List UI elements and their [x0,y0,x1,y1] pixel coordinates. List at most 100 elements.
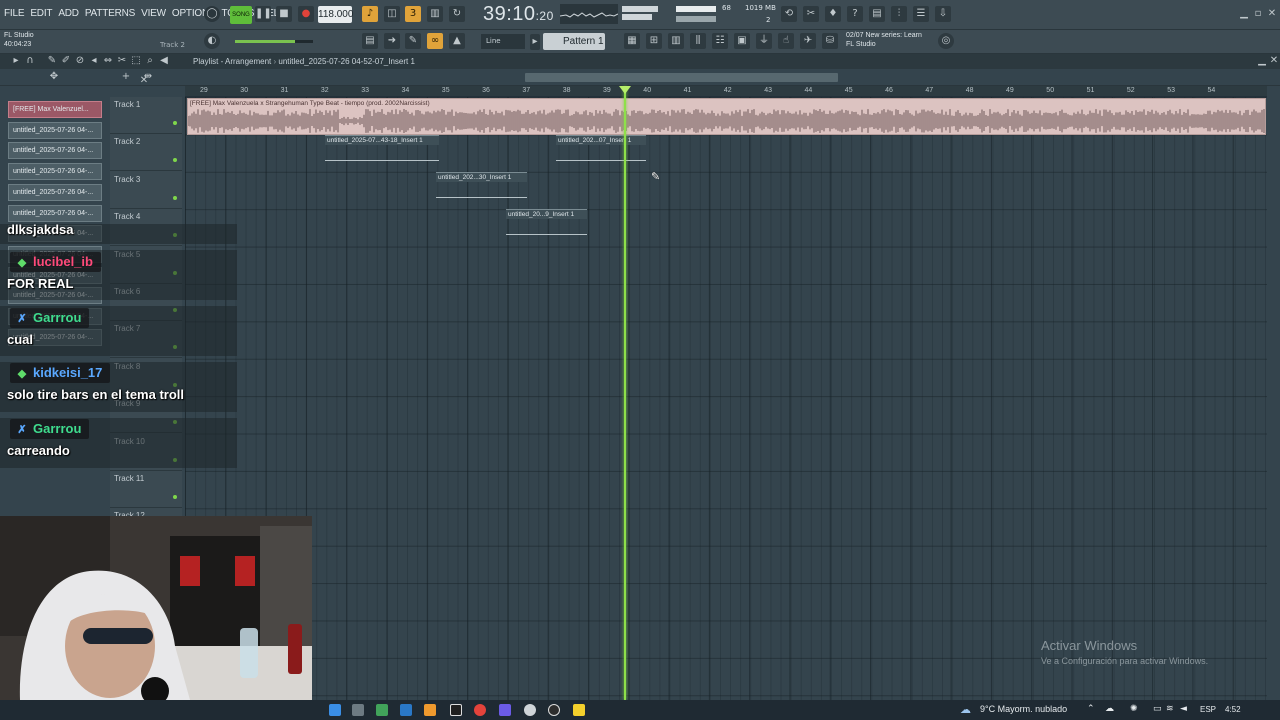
track-name: Track 4 [114,212,141,222]
playback-tool-icon[interactable]: ◀ [156,54,172,68]
app-icon[interactable] [524,704,536,716]
taskbar-clock[interactable]: 4:52 [1225,705,1241,714]
horizontal-zoom-icon[interactable]: ⇹ [140,69,156,85]
chrome-icon[interactable] [474,704,486,716]
pattern-clip[interactable]: untitled_202...07_Insert 1 [556,135,646,167]
help-icon[interactable]: ? [847,6,863,22]
track-header[interactable]: Track 1 [110,97,182,134]
channel-rack-icon[interactable]: ☷ [712,33,728,49]
playlist-horizontal-scrollbar[interactable] [525,73,838,82]
excel-icon[interactable] [376,704,388,716]
master-pitch-knob[interactable]: ◐ [204,33,220,49]
network-icon[interactable]: ▭ [1153,704,1162,714]
playlist-close-icon[interactable]: ✕ [1266,54,1280,68]
metronome-icon[interactable]: ♪ [362,6,378,22]
pause-button[interactable]: ❚❚ [255,6,272,22]
language-indicator[interactable]: ESP [1200,705,1216,714]
volume-icon[interactable]: ◄ [1180,704,1187,714]
playlist-grid[interactable] [185,97,1267,700]
playlist-icon[interactable]: ▦ [624,33,640,49]
mic-icon[interactable]: ♦ [825,6,841,22]
picker-item[interactable]: [FREE] Max Valenzuel... [8,101,102,118]
download-icon[interactable]: ⇩ [935,6,951,22]
pattern-clip[interactable]: untitled_202...30_Insert 1 [436,172,527,204]
pattern-prev-icon[interactable]: ▸ [530,34,540,50]
save-icon[interactable]: ▤ [869,6,885,22]
mixer-icon[interactable]: ⫶ [891,6,907,22]
obs-icon[interactable] [548,704,560,716]
wifi-icon[interactable]: ≋ [1166,704,1174,714]
magnet-icon[interactable]: ∩ [22,54,38,68]
track-mute-led[interactable] [173,495,177,499]
snap-select[interactable]: Line [481,34,525,49]
timeline-ruler[interactable]: 29 30 31 32 33 34 35 36 37 38 39 40 41 42 43 44 45 46 47 48… [185,86,1267,97]
pattern-clip[interactable]: untitled_20...9_Insert 1 [506,209,587,241]
picker-item[interactable]: untitled_2025-07-26 04-... [8,183,102,201]
tray-chevron-icon[interactable]: ⌃ [1087,704,1095,714]
song-mode-button[interactable]: SONG [230,6,252,24]
tray-app2-icon[interactable]: ✺ [1130,704,1138,714]
menu-patterns[interactable]: PATTERNS [85,8,135,19]
pattern-select[interactable]: Pattern 1 [543,33,605,50]
piano-roll-icon[interactable]: ▤ [362,33,378,49]
add-track-icon[interactable]: + [118,69,134,85]
cut-icon[interactable]: ✂ [803,6,819,22]
mixer-view-icon[interactable]: ⫼ [690,33,706,49]
track-mute-led[interactable] [173,121,177,125]
menu-edit[interactable]: EDIT [30,8,52,19]
browser-icon[interactable]: ▣ [734,33,750,49]
song-time-display[interactable]: 39:10:20 [483,3,554,26]
news-panel[interactable]: 02/07 New series: Learn FL Studio [846,31,922,49]
close-icon[interactable]: ✕ [1264,6,1280,22]
track-header[interactable]: Track 11 [110,471,182,508]
folder-icon[interactable] [352,704,364,716]
picker-item[interactable]: untitled_2025-07-26 04-... [8,163,102,181]
playhead-marker-icon[interactable] [619,86,631,94]
step-seq-icon[interactable]: ⊞ [646,33,662,49]
picker-item[interactable]: untitled_2025-07-26 04-... [8,142,102,160]
countdown-icon[interactable]: 3 [405,6,421,22]
menu-file[interactable]: FILE [4,8,25,19]
picker-item[interactable]: untitled_2025-07-26 04-... [8,121,102,139]
plugin-picker-icon[interactable]: ✈ [800,33,816,49]
explorer-icon[interactable] [329,704,341,716]
pattern-clip[interactable]: untitled_2025-07...43-18_Insert 1 [325,135,439,167]
stop-button[interactable]: ■ [276,6,292,22]
touch-icon[interactable]: ☝ [778,33,794,49]
menu-view[interactable]: VIEW [141,8,166,19]
loop-record-icon[interactable]: ◯ [204,6,220,22]
wait-input-icon[interactable]: ◫ [384,6,400,22]
move-icon[interactable]: ✥ [46,69,62,85]
fl-studio-icon[interactable] [424,704,436,716]
track-mute-led[interactable] [173,195,177,200]
track-header[interactable]: Track 3 [110,172,182,209]
capcut-icon[interactable] [450,704,462,716]
news-settings-icon[interactable]: ◎ [938,33,954,49]
menu-add[interactable]: ADD [58,8,79,19]
playhead[interactable] [624,86,626,700]
loop-recording-icon[interactable]: ↻ [449,6,465,22]
brush-icon[interactable]: ✎ [405,33,421,49]
tray-app-icon[interactable]: ☁ [1105,704,1114,714]
audio-clip[interactable]: [FREE] Max Valenzuela x Strangehuman Typ… [187,98,1266,135]
chat-icon[interactable]: ☰ [913,6,929,22]
blend-notes-icon[interactable]: ▥ [427,6,443,22]
notes-icon[interactable] [573,704,585,716]
weather-text[interactable]: 9°C Mayorm. nublado [980,704,1067,714]
master-volume-slider[interactable] [235,40,313,43]
vscode-icon[interactable] [400,704,412,716]
plugin-icon[interactable]: ⏚ [756,33,772,49]
arrow-icon[interactable]: ➜ [384,33,400,49]
tempo-display[interactable]: 118.000 [318,6,353,23]
piano-roll-view-icon[interactable]: ▥ [668,33,684,49]
record-button[interactable]: ● [298,6,314,22]
track-header[interactable]: Track 2 [110,134,182,172]
link-icon[interactable]: ∞ [427,33,443,49]
shop-icon[interactable]: ⛁ [822,33,838,49]
undo-history-icon[interactable]: ⟲ [781,6,797,22]
track-mute-led[interactable] [173,158,177,163]
discord-icon[interactable] [499,704,511,716]
picker-item[interactable]: untitled_2025-07-26 04-... [8,204,102,222]
stamp-icon[interactable]: ▲ [449,33,465,49]
news-count: 02/07 [846,32,864,39]
